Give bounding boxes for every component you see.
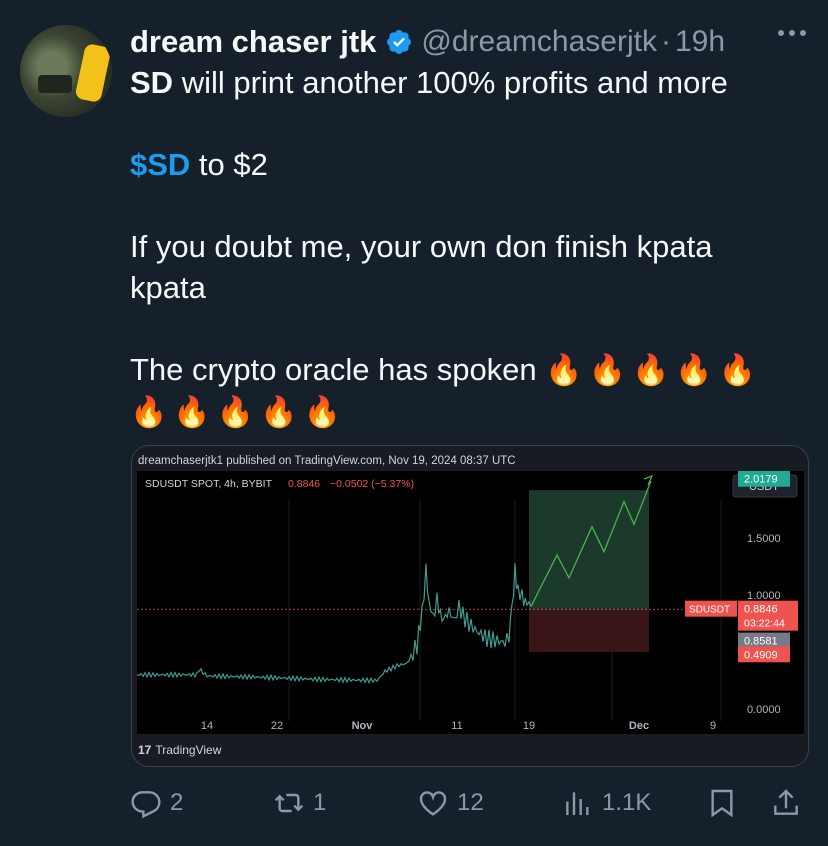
tweet-line-3: If you doubt me, your own don finish kpa… [130,229,713,264]
reply-icon [131,791,161,819]
tweet-header: dream chaser jtk @dreamchaserjtk · 19h [130,22,810,62]
tweet-actions: 2 1 12 1.1K [130,780,810,826]
tweet-line-1-text: will print another 100% profits and more [173,65,728,100]
price-chart-svg: SDUSDT SPOT, 4h, BYBIT 0.8846 −0.0502 (−5.… [136,470,798,732]
share-button[interactable] [770,780,802,826]
tweet-line-2: $SD to $2 [130,144,800,185]
tradingview-logo-icon: 17 [138,743,152,757]
views-button[interactable]: 1.1K [562,780,651,826]
last-price-label: 0.8846 [744,604,778,616]
x-tick-label: 14 [201,720,213,732]
mid-price-label: 0.8581 [744,636,778,648]
avatar-image-detail [38,75,72,93]
target-zone [529,490,649,610]
fire-emoji: 🔥 [675,354,713,387]
price-series [136,563,532,685]
fire-emoji: 🔥 [303,396,341,429]
fire-emoji: 🔥 [130,396,168,429]
cashtag-link[interactable]: $SD [130,147,190,182]
stop-price-label: 0.4909 [744,649,778,661]
verified-badge-icon [387,30,412,54]
fire-emoji: 🔥 [718,354,757,387]
more-options-icon[interactable] [778,30,806,36]
like-button[interactable]: 12 [417,780,484,826]
tradingview-footer: 17 TradingView [132,734,808,766]
x-tick-label: 19 [523,720,535,732]
projection-arrowhead [643,474,654,486]
stop-zone [529,609,649,652]
tradingview-label: TradingView [155,743,222,757]
tradingview-chart: SDUSDT SPOT, 4h, BYBIT 0.8846 −0.0502 (−5.… [136,470,804,736]
header-separator: · [660,25,671,58]
x-tick-label: 9 [710,720,716,732]
tweet-text: SD will print another 100% profits and m… [130,62,800,433]
tweet-line-4: kpata [130,270,206,305]
heart-icon [419,791,447,816]
last-price-header: 0.8846 [288,478,320,490]
chart-image-card[interactable]: dreamchaserjtk1 published on TradingView… [131,445,809,767]
views-count: 1.1K [602,789,652,816]
x-tick-label: 11 [451,720,462,732]
countdown-label: 03:22:44 [744,618,785,630]
price-change-header: −0.0502 (−5.37%) [330,478,414,490]
author-avatar[interactable] [20,25,112,117]
y-tick-label: 1.0000 [747,590,781,602]
reply-count: 2 [170,789,184,816]
symbol-tag-label: SDUSDT [689,605,730,616]
fire-emoji: 🔥 [632,354,670,387]
tweet-line-6: 🔥 🔥 🔥 🔥 🔥 [130,391,800,433]
y-tick-label: 0.0000 [747,704,781,716]
x-tick-label: Nov [352,720,374,732]
fire-emoji: 🔥 [545,354,583,387]
repost-button[interactable]: 1 [273,780,326,826]
fire-emoji: 🔥 [588,354,626,387]
repost-count: 1 [313,789,327,816]
views-chart-icon [566,792,589,815]
share-icon [774,789,798,815]
avatar-image-car [74,42,112,104]
x-tick-label: 22 [271,720,283,732]
fire-emoji: 🔥 [173,396,211,429]
x-tick-label: Dec [629,720,649,732]
symbol-line: SDUSDT SPOT, 4h, BYBIT [145,478,273,490]
reply-button[interactable]: 2 [130,780,183,826]
published-line: dreamchaserjtk1 published on TradingView… [132,446,808,472]
author-name[interactable]: dream chaser jtk [130,24,376,60]
author-handle[interactable]: @dreamchaserjtk [421,25,657,59]
tweet-bold-ticker: SD [130,65,174,100]
tweet-line-2-text: to $2 [190,147,268,182]
like-count: 12 [457,789,484,816]
target-price-label: 2.0179 [744,474,778,486]
bookmark-button[interactable] [706,780,738,826]
repost-icon [274,793,304,813]
fire-emoji: 🔥 [260,396,298,429]
y-tick-label: 1.5000 [747,533,781,545]
fire-emoji: 🔥 [216,396,255,429]
tweet-line-5: The crypto oracle has spoken 🔥 🔥 🔥 🔥 🔥 [130,349,800,391]
tweet-line-1: SD will print another 100% profits and m… [130,62,800,103]
tweet-timestamp[interactable]: 19h [675,25,725,59]
bookmark-icon [711,789,733,818]
tweet-line-5-text: The crypto oracle has spoken [130,352,546,387]
